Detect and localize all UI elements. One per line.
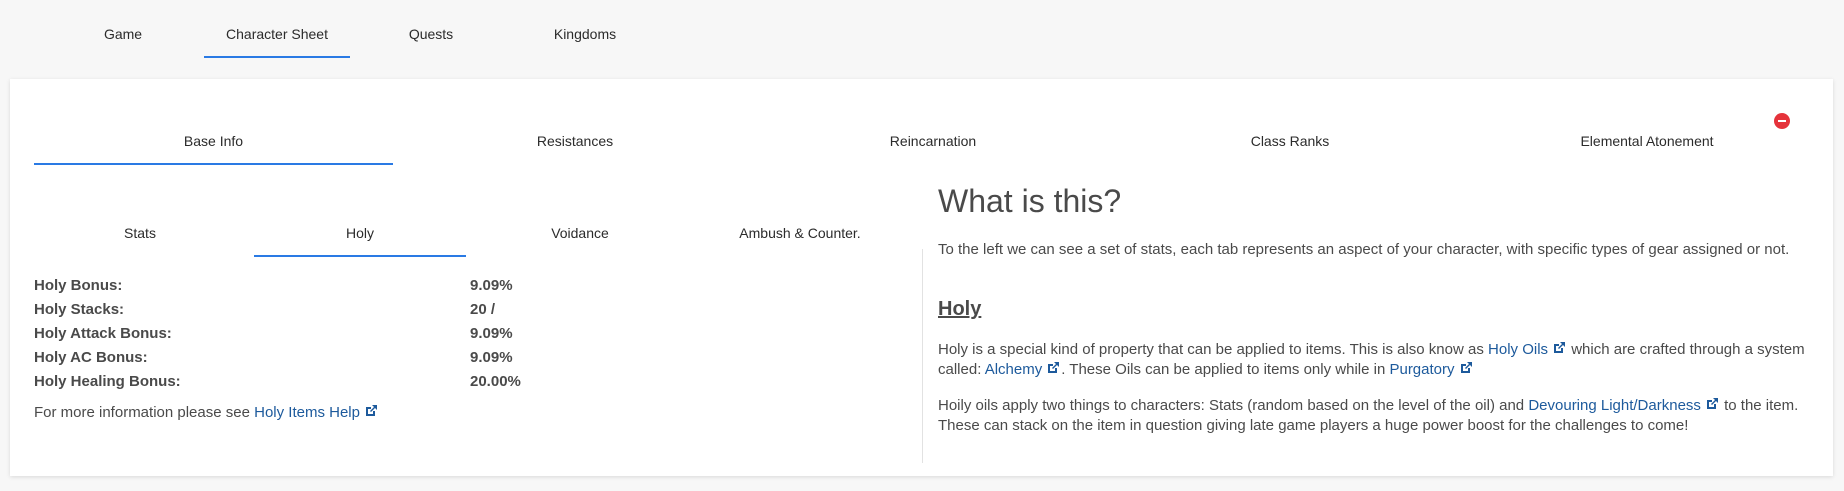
stat-value: 9.09% [470,325,513,342]
external-link-icon [1048,362,1060,373]
top-tab-kingdoms[interactable]: Kingdoms [544,26,626,58]
stat-value: 9.09% [470,349,513,366]
stat-row-holy-ac-bonus: Holy AC Bonus: 9.09% [34,349,564,369]
top-tab-game[interactable]: Game [84,26,162,58]
subtab-ambush-counter[interactable]: Ambush & Counter. [694,225,906,257]
subtab-holy[interactable]: Holy [254,225,466,257]
character-sheet-card: Base Info Resistances Reincarnation Clas… [10,79,1833,476]
stat-row-holy-bonus: Holy Bonus: 9.09% [34,277,564,297]
tab-reincarnation[interactable]: Reincarnation [762,133,1104,165]
top-tab-character-sheet[interactable]: Character Sheet [204,26,350,58]
stat-value: 9.09% [470,277,513,294]
stat-label: Holy Stacks: [34,301,125,318]
stat-value: 20 / [470,301,496,318]
holy-items-help-link[interactable]: Holy Items Help [254,404,379,421]
content-divider [922,249,923,463]
purgatory-link[interactable]: Purgatory [1389,361,1473,378]
tab-base-info[interactable]: Base Info [34,133,393,165]
tab-resistances[interactable]: Resistances [404,133,746,165]
help-intro: To the left we can see a set of stats, e… [938,241,1790,258]
help-paragraph-holy-oils: Holy is a special kind of property that … [938,341,1805,378]
stat-row-holy-stacks: Holy Stacks: 20 / [34,301,564,321]
external-link-icon [1554,342,1566,353]
help-paragraph-devouring: Hoily oils apply two things to character… [938,397,1799,434]
more-info-text: For more information please see Holy Ite… [34,403,379,421]
external-link-icon [365,405,377,416]
external-link-icon [1460,362,1472,373]
stat-value: 20.00% [470,373,521,390]
more-info-prefix: For more information please see [34,404,250,421]
top-tab-quests[interactable]: Quests [392,26,470,58]
stat-row-holy-attack-bonus: Holy Attack Bonus: 9.09% [34,325,564,345]
help-title: What is this? [938,183,1122,219]
devouring-light-darkness-link[interactable]: Devouring Light/Darkness [1528,397,1720,414]
alchemy-link[interactable]: Alchemy [985,361,1062,378]
holy-oils-link[interactable]: Holy Oils [1488,341,1567,358]
tab-class-ranks[interactable]: Class Ranks [1119,133,1461,165]
stat-label: Holy Healing Bonus: [34,373,181,390]
help-heading-holy: Holy [938,298,982,320]
stat-label: Holy Attack Bonus: [34,325,172,342]
stat-label: Holy AC Bonus: [34,349,148,366]
minus-circle-icon[interactable] [1774,113,1790,129]
subtab-voidance[interactable]: Voidance [474,225,686,257]
subtab-stats[interactable]: Stats [34,225,246,257]
external-link-icon [1706,398,1718,409]
top-navigation: Game Character Sheet Quests Kingdoms [0,0,1844,60]
stat-label: Holy Bonus: [34,277,123,294]
stat-row-holy-healing-bonus: Holy Healing Bonus: 20.00% [34,373,564,393]
tab-elemental-atonement[interactable]: Elemental Atonement [1476,133,1818,165]
